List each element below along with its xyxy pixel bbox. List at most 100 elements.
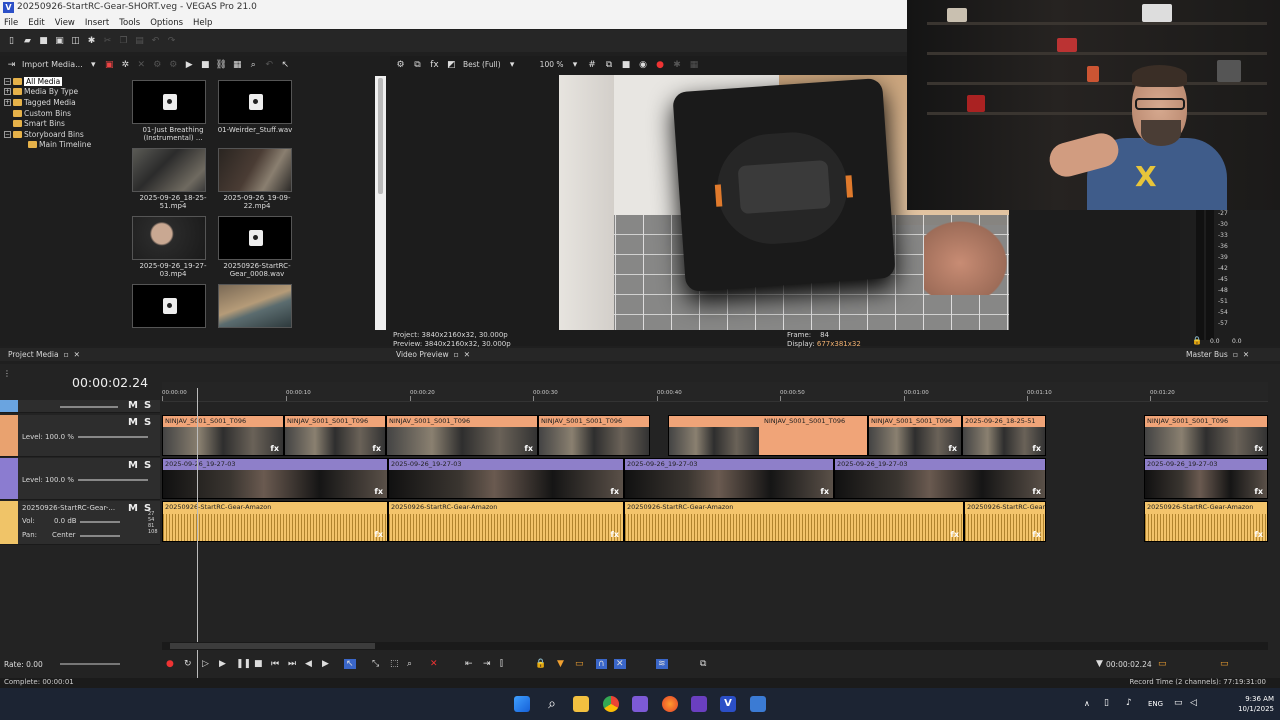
audio-clip[interactable]: 20250926-StartRC-Gear-Amazon fx — [388, 501, 624, 542]
lock-envelopes-icon[interactable]: ⧉ — [700, 659, 706, 669]
selection-tool-icon[interactable]: ⬚ — [390, 659, 399, 669]
firefox-icon[interactable] — [662, 696, 678, 712]
record-icon[interactable]: ● — [655, 59, 666, 70]
video-clip[interactable]: NINJAV_S001_S001_T096 fx — [386, 415, 538, 456]
search-icon[interactable]: ⌕ — [248, 59, 259, 70]
level-slider[interactable] — [78, 436, 148, 438]
volume-icon[interactable]: ◁ — [1190, 698, 1197, 708]
menu-file[interactable]: File — [4, 18, 18, 28]
tree-item-all-media[interactable]: − All Media — [4, 76, 122, 87]
undo-icon[interactable]: ↶ — [150, 36, 161, 47]
adjust-icon[interactable]: ✱ — [672, 59, 683, 70]
next-frame-icon[interactable]: ▶ — [322, 659, 329, 669]
open-folder-icon[interactable]: ▰ — [22, 36, 33, 47]
master-level-slider[interactable] — [60, 406, 118, 408]
video-clip[interactable]: 2025-09-26_19-27-03 fx — [1144, 458, 1268, 499]
audio-clip[interactable]: 20250926-StartRC-Gear-Amazon fx — [1144, 501, 1268, 542]
audio-clip[interactable]: 20250926-StartRC-Gear-Amazon fx — [624, 501, 964, 542]
video-clip[interactable]: NINJAV_S001_S001_T096 — [538, 415, 650, 456]
chrome-icon[interactable] — [603, 696, 619, 712]
tab-master-bus[interactable]: Master Bus ▫ ✕ — [1180, 348, 1280, 361]
lock-icon[interactable]: 🔒 — [1192, 336, 1202, 345]
expand-icon[interactable]: + — [4, 88, 11, 96]
media-thumb-audio[interactable] — [218, 80, 292, 124]
chevron-down-icon[interactable]: ▾ — [507, 59, 518, 70]
quality-select[interactable]: Best (Full) — [463, 60, 501, 69]
close-icon[interactable]: ✕ — [74, 350, 80, 359]
menu-options[interactable]: Options — [150, 18, 183, 28]
loop-icon[interactable]: ↻ — [184, 659, 192, 669]
pan-slider[interactable] — [80, 535, 120, 537]
redo-icon[interactable]: ↷ — [166, 36, 177, 47]
normal-edit-tool-icon[interactable]: ↖ — [344, 659, 356, 669]
selection-length-icon[interactable]: ▭ — [1220, 659, 1229, 669]
views-icon[interactable]: ▦ — [232, 59, 243, 70]
tree-item-media-by-type[interactable]: + Media By Type — [4, 87, 122, 98]
usb-icon[interactable]: ▯ — [1104, 698, 1109, 708]
ripple-edit-icon[interactable]: ≋ — [656, 659, 668, 669]
zoom-tool-icon[interactable]: ⌕ — [407, 659, 412, 669]
go-to-end-icon[interactable]: ⏭ — [288, 659, 296, 669]
save-icon[interactable]: ■ — [38, 36, 49, 47]
video-clip[interactable]: NINJAV_S001_S001_T096 — [668, 415, 868, 456]
dropdown-chevron-icon[interactable]: ▾ — [88, 59, 99, 70]
explorer-scrollbar[interactable] — [375, 76, 386, 330]
play-icon[interactable]: ▶ — [219, 659, 226, 669]
dock-icon[interactable]: ▫ — [1233, 350, 1238, 359]
chevron-down-icon[interactable]: ▾ — [570, 59, 581, 70]
scrollbar-thumb[interactable] — [170, 643, 375, 649]
screenshot-icon[interactable] — [750, 696, 766, 712]
external-monitor-icon[interactable]: ⧉ — [412, 59, 423, 70]
playhead-cursor[interactable] — [197, 388, 198, 678]
mute-solo-buttons[interactable]: MS — [128, 400, 157, 411]
expand-icon[interactable]: + — [4, 98, 11, 106]
menu-insert[interactable]: Insert — [85, 18, 109, 28]
dock-icon[interactable]: ▫ — [454, 350, 459, 359]
mute-solo-buttons[interactable]: MS — [128, 460, 157, 471]
stop-icon[interactable]: ■ — [200, 59, 211, 70]
menu-view[interactable]: View — [55, 18, 75, 28]
collapse-icon[interactable]: − — [4, 130, 11, 138]
file-explorer-icon[interactable] — [573, 696, 589, 712]
dock-icon[interactable]: ▫ — [64, 350, 69, 359]
trim-end-icon[interactable]: ⇥ — [483, 659, 491, 669]
media-thumb-audio[interactable] — [218, 216, 292, 260]
previous-frame-icon[interactable]: ◀ — [305, 659, 312, 669]
save-snapshot-icon[interactable]: ■ — [621, 59, 632, 70]
trim-start-icon[interactable]: ⇤ — [465, 659, 473, 669]
network-icon[interactable]: ▭ — [1174, 698, 1183, 708]
rate-slider[interactable] — [60, 663, 120, 665]
render-icon[interactable]: ◫ — [70, 36, 81, 47]
microphone-icon[interactable]: ♪ — [1126, 698, 1132, 708]
import-media-icon[interactable]: ⇥ — [6, 59, 17, 70]
go-to-start-icon[interactable]: ⏮ — [271, 659, 279, 669]
delete-icon[interactable]: ✕ — [430, 659, 438, 669]
tab-project-media[interactable]: Project Media ▫ ✕ — [0, 348, 390, 361]
video-clip[interactable]: NINJAV_S001_S001_T096 fx — [162, 415, 284, 456]
region-icon[interactable]: ▭ — [575, 659, 584, 669]
play-icon[interactable]: ▶ — [184, 59, 195, 70]
marker-icon[interactable]: ▼ — [557, 659, 564, 669]
media-thumb-audio[interactable] — [132, 284, 206, 328]
menu-help[interactable]: Help — [193, 18, 212, 28]
close-icon[interactable]: ✕ — [136, 59, 147, 70]
time-ruler[interactable]: 00:00:00 00:00:10 00:00:20 00:00:30 00:0… — [162, 382, 1268, 402]
scrollbar-thumb[interactable] — [378, 78, 383, 194]
snapping-icon[interactable]: ∩ — [596, 659, 607, 669]
stop-icon[interactable]: ■ — [254, 659, 263, 669]
grid-icon[interactable]: ▦ — [689, 59, 700, 70]
timeline-scrollbar[interactable] — [162, 642, 1268, 650]
settings-gear-icon[interactable]: ⚙ — [395, 59, 406, 70]
snapshot-camera-icon[interactable]: ◉ — [638, 59, 649, 70]
loop-region-icon[interactable]: ▭ — [1158, 659, 1167, 669]
zoom-select[interactable]: 100 % — [540, 60, 564, 69]
media-thumb-audio[interactable] — [132, 80, 206, 124]
new-file-icon[interactable]: ▯ — [6, 36, 17, 47]
copy-icon[interactable]: ❐ — [118, 36, 129, 47]
fx-icon[interactable]: fx — [429, 59, 440, 70]
overlays-grid-icon[interactable]: # — [587, 59, 598, 70]
media-thumb-video[interactable] — [218, 284, 292, 328]
split-screen-icon[interactable]: ◩ — [446, 59, 457, 70]
tree-item-main-timeline[interactable]: Main Timeline — [4, 140, 122, 151]
tree-item-smart-bins[interactable]: Smart Bins — [4, 118, 122, 129]
